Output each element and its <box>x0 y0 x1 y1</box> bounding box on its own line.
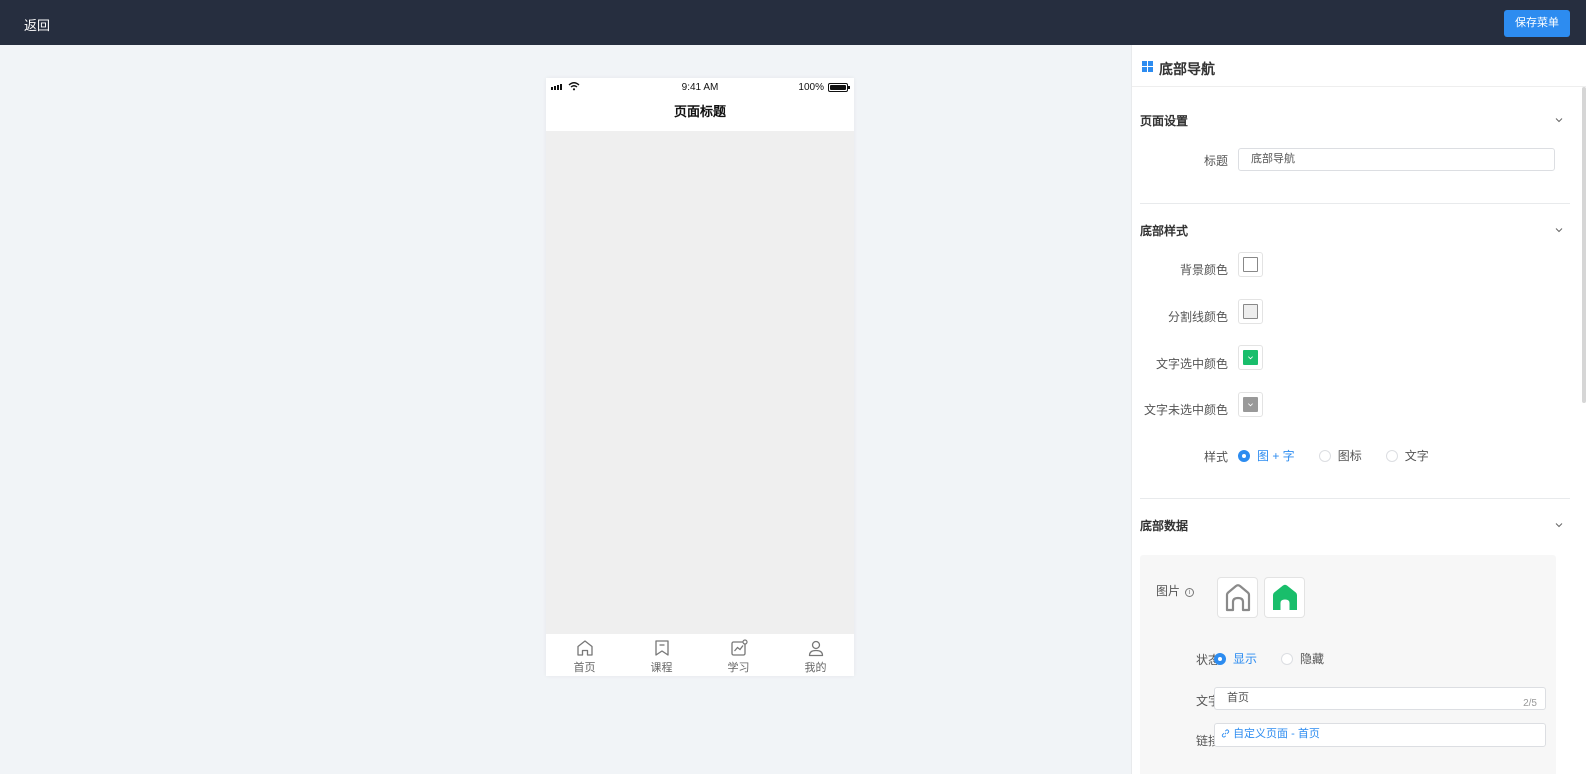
nav-item-card: 图片 i 状态 显示 隐藏 文字 首页 2/5 链接 自定义页面 - 首页 <box>1140 555 1556 774</box>
status-bar: 9:41 AM 100% <box>546 78 854 98</box>
save-menu-button[interactable]: 保存菜单 <box>1504 10 1570 37</box>
home-outline-icon <box>1225 583 1250 611</box>
link-icon <box>1221 729 1230 738</box>
preview-tab-study[interactable]: 学习 <box>700 634 777 676</box>
style-radio-group: 图 + 字 图标 文字 <box>1238 447 1453 464</box>
tab-label: 我的 <box>804 662 827 674</box>
color-swatch <box>1243 304 1258 319</box>
preview-tab-course[interactable]: 课程 <box>623 634 700 676</box>
color-swatch <box>1243 350 1258 365</box>
image-selected[interactable] <box>1264 577 1305 618</box>
panel-scrollbar[interactable] <box>1582 87 1586 403</box>
image-label: 图片 i <box>1156 582 1216 599</box>
preview-tab-mine[interactable]: 我的 <box>777 634 854 676</box>
style-option-icon[interactable]: 图标 <box>1318 447 1362 464</box>
status-label: 状态 <box>1195 653 1220 667</box>
user-icon <box>808 640 823 657</box>
inactive-text-color-label: 文字未选中颜色 <box>1143 403 1228 417</box>
battery-percent: 100% <box>798 82 824 93</box>
status-option-hide[interactable]: 隐藏 <box>1281 650 1324 667</box>
chevron-down-icon[interactable] <box>1554 520 1564 530</box>
tab-label: 学习 <box>727 662 750 674</box>
text-input[interactable]: 首页 2/5 <box>1214 687 1546 710</box>
link-value: 自定义页面 - 首页 <box>1233 728 1320 740</box>
chevron-down-icon <box>1248 403 1253 407</box>
title-label: 标题 <box>1203 154 1228 168</box>
color-swatch <box>1243 397 1258 412</box>
color-swatch <box>1243 257 1258 272</box>
divider <box>1140 203 1570 204</box>
bg-color-label: 背景颜色 <box>1179 263 1228 277</box>
home-icon <box>576 640 593 656</box>
style-option-text[interactable]: 文字 <box>1385 447 1429 464</box>
home-filled-icon <box>1272 584 1297 610</box>
text-label: 文字 <box>1195 694 1220 708</box>
divider-color-label: 分割线颜色 <box>1167 310 1228 324</box>
chevron-down-icon[interactable] <box>1554 115 1564 125</box>
active-text-color-label: 文字选中颜色 <box>1155 357 1228 371</box>
panel-title: 底部导航 <box>1159 61 1215 77</box>
style-label: 样式 <box>1203 450 1228 464</box>
char-counter: 2/5 <box>1523 698 1537 709</box>
grid-icon <box>1142 61 1153 72</box>
top-bar: 返回 保存菜单 <box>0 0 1586 45</box>
link-input[interactable]: 自定义页面 - 首页 <box>1214 723 1546 747</box>
preview-tab-bar: 首页 课程 学习 我的 <box>546 634 854 676</box>
section-page-settings[interactable]: 页面设置 <box>1140 112 1188 129</box>
info-icon[interactable]: i <box>1185 588 1195 597</box>
back-link[interactable]: 返回 <box>24 15 50 34</box>
bg-color-picker[interactable] <box>1238 252 1263 277</box>
active-text-color-picker[interactable] <box>1238 345 1263 370</box>
style-option-icon-text[interactable]: 图 + 字 <box>1238 447 1295 464</box>
divider-color-picker[interactable] <box>1238 299 1263 324</box>
tab-label: 课程 <box>650 662 673 674</box>
divider <box>1140 498 1570 499</box>
section-bottom-style[interactable]: 底部样式 <box>1140 222 1188 239</box>
status-radio-group: 显示 隐藏 <box>1214 650 1348 667</box>
section-bottom-data[interactable]: 底部数据 <box>1140 517 1188 534</box>
panel-header: 底部导航 <box>1132 45 1586 87</box>
phone-preview: 9:41 AM 100% 页面标题 首页 课程 学习 我的 <box>546 78 854 676</box>
link-label: 链接 <box>1195 734 1220 748</box>
chart-icon <box>730 639 748 656</box>
bookmark-icon <box>654 640 669 656</box>
title-input[interactable]: 底部导航 <box>1238 148 1555 171</box>
battery-icon <box>828 83 850 92</box>
settings-panel: 底部导航 页面设置 标题 底部导航 底部样式 背景颜色 分割线颜色 文字选中颜色… <box>1131 45 1586 774</box>
status-option-show[interactable]: 显示 <box>1214 650 1257 667</box>
page-title: 页面标题 <box>546 98 854 131</box>
chevron-down-icon[interactable] <box>1554 225 1564 235</box>
preview-tab-home[interactable]: 首页 <box>546 634 623 676</box>
inactive-text-color-picker[interactable] <box>1238 392 1263 417</box>
tab-label: 首页 <box>573 662 596 674</box>
chevron-down-icon <box>1248 356 1253 360</box>
image-unselected[interactable] <box>1217 577 1258 618</box>
